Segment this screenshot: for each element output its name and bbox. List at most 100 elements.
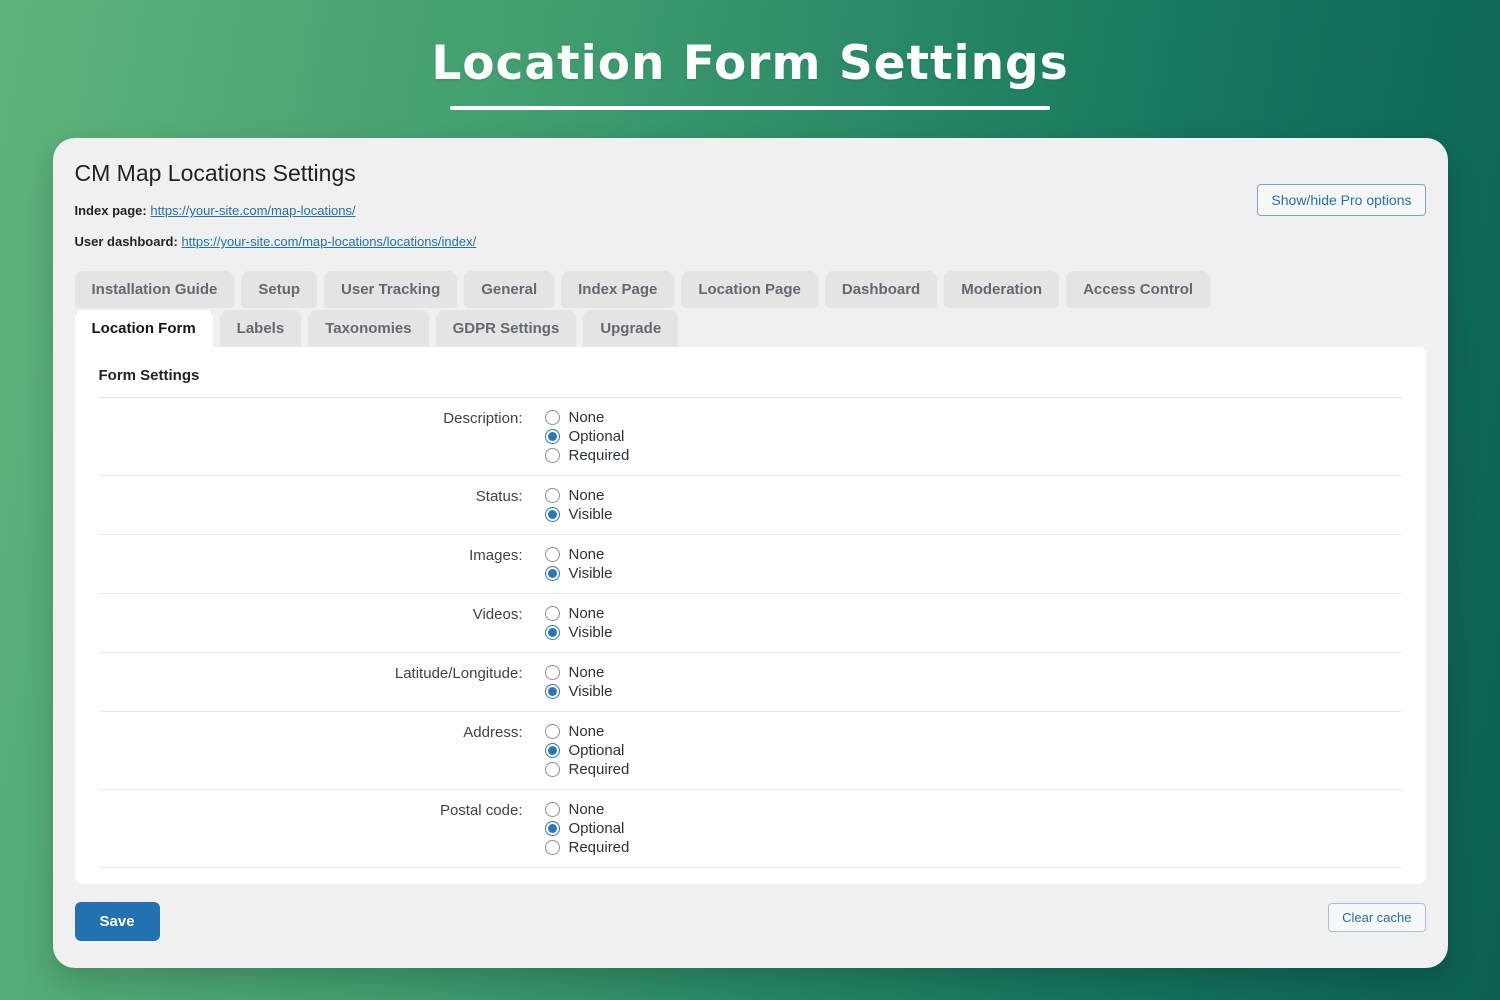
section-title: Form Settings <box>98 367 1402 398</box>
radio-icon[interactable] <box>544 665 560 680</box>
tab-upgrade[interactable]: Upgrade <box>583 310 679 347</box>
index-page-label: Index page: <box>74 203 147 218</box>
form-row: Status: None Visible <box>98 476 1402 535</box>
radio-option-label: None <box>568 664 605 681</box>
radio-icon[interactable] <box>544 547 560 562</box>
tab-setup[interactable]: Setup <box>241 271 318 308</box>
radio-group: None Visible <box>544 486 613 524</box>
tab-bar-row-2: Location Form Labels Taxonomies GDPR Settin… <box>74 310 1426 347</box>
radio-group: None Optional Required <box>544 800 630 857</box>
radio-icon[interactable] <box>544 625 560 640</box>
radio-videos-visible[interactable]: Visible <box>544 623 612 642</box>
radio-option-label: Required <box>568 447 630 464</box>
radio-icon[interactable] <box>544 410 560 425</box>
radio-postal-code-optional[interactable]: Optional <box>544 819 630 838</box>
radio-group: None Optional Required <box>544 408 630 465</box>
radio-icon[interactable] <box>544 743 560 758</box>
clear-cache-button[interactable]: Clear cache <box>1328 903 1426 932</box>
radio-icon[interactable] <box>544 802 560 817</box>
radio-images-none[interactable]: None <box>544 545 613 564</box>
show-hide-pro-options-button[interactable]: Show/hide Pro options <box>1257 184 1426 216</box>
radio-icon[interactable] <box>544 448 560 463</box>
form-row: Images: None Visible <box>98 535 1402 594</box>
radio-option-label: None <box>568 605 605 622</box>
field-label: Description: <box>443 410 523 427</box>
radio-icon[interactable] <box>544 840 560 855</box>
settings-card: CM Map Locations Settings Show/hide Pro … <box>52 138 1448 968</box>
radio-description-none[interactable]: None <box>544 408 630 427</box>
radio-icon[interactable] <box>544 488 560 503</box>
tab-location-page[interactable]: Location Page <box>681 271 818 308</box>
field-label: Address: <box>463 724 523 741</box>
radio-option-label: Visible <box>568 506 613 523</box>
tab-general[interactable]: General <box>464 271 555 308</box>
radio-address-required[interactable]: Required <box>544 760 629 779</box>
user-dashboard-link[interactable]: https://your-site.com/map-locations/loca… <box>181 234 476 249</box>
field-label: Status: <box>475 488 523 505</box>
radio-option-label: None <box>568 723 605 740</box>
radio-status-none[interactable]: None <box>544 486 613 505</box>
field-label: Latitude/Longitude: <box>394 665 523 682</box>
form-row: Description: None Optional Required <box>98 398 1402 476</box>
form-settings-rows: Description: None Optional Required Stat… <box>98 398 1402 868</box>
radio-icon[interactable] <box>544 684 560 699</box>
tab-gdpr-settings[interactable]: GDPR Settings <box>435 310 577 347</box>
radio-icon[interactable] <box>544 762 560 777</box>
radio-postal-code-none[interactable]: None <box>544 800 630 819</box>
title-underline <box>450 106 1050 110</box>
tab-index-page[interactable]: Index Page <box>561 271 675 308</box>
radio-option-label: Visible <box>568 565 613 582</box>
radio-option-label: None <box>568 409 605 426</box>
radio-icon[interactable] <box>544 507 560 522</box>
form-row: Videos: None Visible <box>98 594 1402 653</box>
tab-moderation[interactable]: Moderation <box>944 271 1060 308</box>
form-row: Address: None Optional Required <box>98 712 1402 790</box>
radio-option-label: Optional <box>568 742 625 759</box>
radio-videos-none[interactable]: None <box>544 604 613 623</box>
form-row: Latitude/Longitude: None Visible <box>98 653 1402 712</box>
radio-option-label: None <box>568 487 605 504</box>
radio-images-visible[interactable]: Visible <box>544 564 613 583</box>
radio-option-label: Visible <box>568 683 613 700</box>
radio-description-optional[interactable]: Optional <box>544 427 630 446</box>
radio-latitude-longitude-visible[interactable]: Visible <box>544 682 613 701</box>
user-dashboard-line: User dashboard: https://your-site.com/ma… <box>75 234 1426 249</box>
index-page-line: Index page: https://your-site.com/map-lo… <box>75 203 1426 218</box>
radio-status-visible[interactable]: Visible <box>544 505 613 524</box>
radio-option-label: Optional <box>568 820 625 837</box>
radio-icon[interactable] <box>544 724 560 739</box>
radio-option-label: None <box>568 801 605 818</box>
radio-group: None Optional Required <box>544 722 630 779</box>
tab-dashboard[interactable]: Dashboard <box>824 271 938 308</box>
radio-icon[interactable] <box>544 566 560 581</box>
tab-installation-guide[interactable]: Installation Guide <box>74 271 235 308</box>
tab-location-form[interactable]: Location Form <box>74 310 213 347</box>
radio-group: None Visible <box>544 545 613 583</box>
tab-user-tracking[interactable]: User Tracking <box>324 271 458 308</box>
tab-content-panel: Form Settings Description: None Optional… <box>74 347 1426 884</box>
radio-option-label: Optional <box>568 428 625 445</box>
form-row: Postal code: None Optional Required <box>98 790 1402 868</box>
radio-latitude-longitude-none[interactable]: None <box>544 663 613 682</box>
index-page-link[interactable]: https://your-site.com/map-locations/ <box>150 203 355 218</box>
radio-icon[interactable] <box>544 429 560 444</box>
save-button[interactable]: Save <box>74 902 160 941</box>
radio-address-none[interactable]: None <box>544 722 630 741</box>
tab-access-control[interactable]: Access Control <box>1066 271 1211 308</box>
radio-address-optional[interactable]: Optional <box>544 741 630 760</box>
card-title: CM Map Locations Settings <box>74 160 356 186</box>
radio-group: None Visible <box>544 663 613 701</box>
radio-description-required[interactable]: Required <box>544 446 630 465</box>
field-label: Images: <box>469 547 523 564</box>
tab-labels[interactable]: Labels <box>219 310 302 347</box>
radio-option-label: Required <box>568 839 630 856</box>
radio-icon[interactable] <box>544 606 560 621</box>
tab-taxonomies[interactable]: Taxonomies <box>308 310 429 347</box>
radio-icon[interactable] <box>544 821 560 836</box>
card-footer: Save Clear cache <box>74 902 1426 941</box>
page-title: Location Form Settings <box>431 36 1069 91</box>
field-label: Videos: <box>472 606 523 623</box>
radio-postal-code-required[interactable]: Required <box>544 838 630 857</box>
field-label: Postal code: <box>439 802 523 819</box>
tab-bar-row-1: Installation Guide Setup User Tracking Gene… <box>74 271 1426 308</box>
